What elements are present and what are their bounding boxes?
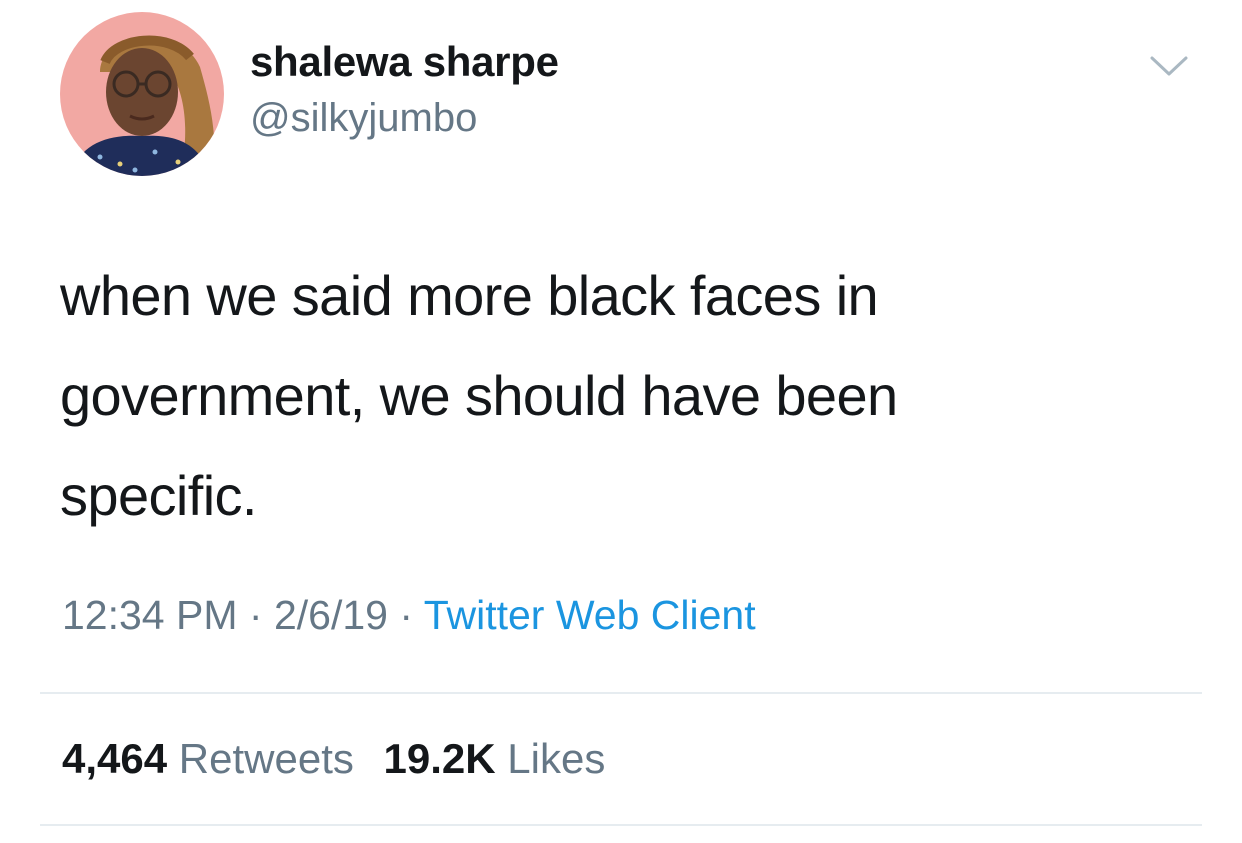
avatar-image [60, 12, 224, 176]
likes-label: Likes [507, 735, 606, 782]
separator-dot: · [248, 592, 263, 638]
divider [40, 824, 1202, 826]
tweet-text-line: specific. [60, 464, 257, 527]
tweet-stats: 4,464 Retweets 19.2K Likes [62, 735, 623, 783]
avatar[interactable] [60, 12, 224, 176]
author-handle[interactable]: @silkyjumbo [250, 96, 477, 141]
separator-dot: · [399, 592, 414, 638]
divider [40, 692, 1202, 694]
retweets-stat[interactable]: 4,464 Retweets [62, 735, 366, 782]
retweets-label: Retweets [178, 735, 354, 782]
tweet-text-line: when we said more black faces in [60, 264, 879, 327]
tweet-menu-button[interactable] [1148, 52, 1190, 82]
tweet-text-line: government, we should have been [60, 364, 898, 427]
tweet-time[interactable]: 12:34 PM [62, 592, 238, 638]
likes-count: 19.2K [383, 735, 496, 782]
likes-stat[interactable]: 19.2K Likes [384, 735, 606, 782]
author-display-name[interactable]: shalewa sharpe [250, 38, 559, 86]
tweet-source-link[interactable]: Twitter Web Client [424, 592, 756, 638]
tweet-metadata: 12:34 PM · 2/6/19 · Twitter Web Client [62, 592, 756, 639]
tweet-date[interactable]: 2/6/19 [274, 592, 388, 638]
tweet-text: when we said more black faces in governm… [60, 246, 1140, 546]
retweets-count: 4,464 [62, 735, 168, 782]
chevron-down-icon [1150, 56, 1188, 76]
